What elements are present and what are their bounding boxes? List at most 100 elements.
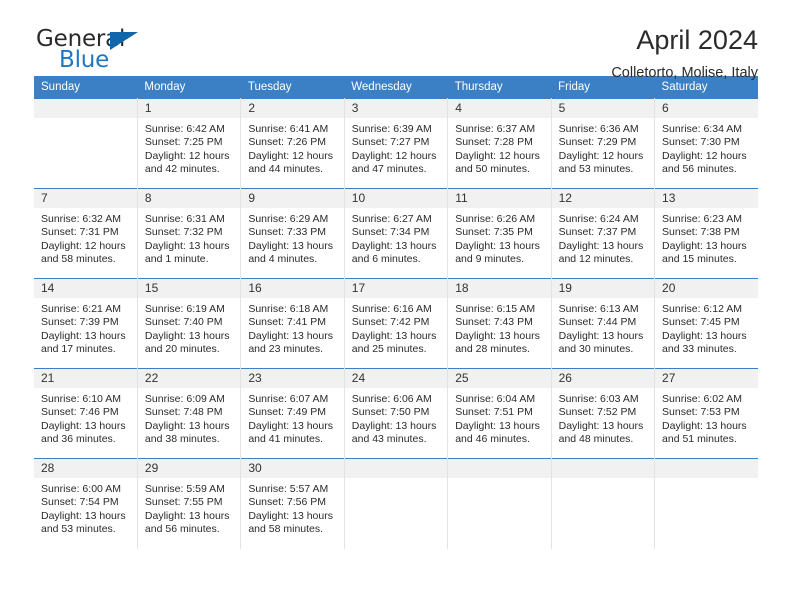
daylight-text-line2: and 51 minutes.: [662, 433, 737, 446]
day-info: Sunrise: 6:32 AM Sunset: 7:31 PM Dayligh…: [34, 208, 137, 267]
sunrise-text: Sunrise: 6:37 AM: [455, 123, 536, 135]
day-cell[interactable]: 16 Sunrise: 6:18 AM Sunset: 7:41 PM Dayl…: [240, 278, 345, 369]
day-cell[interactable]: 14 Sunrise: 6:21 AM Sunset: 7:39 PM Dayl…: [34, 278, 138, 369]
day-info: Sunrise: 6:31 AM Sunset: 7:32 PM Dayligh…: [138, 208, 240, 267]
day-info: Sunrise: 5:57 AM Sunset: 7:56 PM Dayligh…: [241, 478, 343, 537]
sunrise-text: Sunrise: 6:12 AM: [662, 303, 742, 315]
daylight-text-line2: and 38 minutes.: [144, 433, 220, 446]
sunrise-text: Sunrise: 6:03 AM: [558, 393, 639, 405]
day-cell[interactable]: [550, 458, 656, 549]
day-cell[interactable]: 19 Sunrise: 6:13 AM Sunset: 7:44 PM Dayl…: [550, 278, 656, 369]
sunset-text: Sunset: 7:43 PM: [455, 316, 533, 329]
daylight-text-line2: and 46 minutes.: [455, 433, 530, 446]
day-cell[interactable]: 22 Sunrise: 6:09 AM Sunset: 7:48 PM Dayl…: [136, 368, 242, 459]
day-cell[interactable]: 20 Sunrise: 6:12 AM Sunset: 7:45 PM Dayl…: [654, 278, 758, 369]
daylight-text-line1: Daylight: 12 hours: [41, 239, 126, 252]
day-number: [344, 459, 448, 478]
day-cell[interactable]: 4 Sunrise: 6:37 AM Sunset: 7:28 PM Dayli…: [447, 98, 552, 189]
day-number: 20: [655, 279, 758, 298]
day-cell[interactable]: 9 Sunrise: 6:29 AM Sunset: 7:33 PM Dayli…: [240, 188, 345, 279]
week-row: 28 Sunrise: 6:00 AM Sunset: 7:54 PM Dayl…: [34, 458, 758, 549]
sunset-text: Sunset: 7:53 PM: [662, 406, 740, 419]
day-cell[interactable]: 15 Sunrise: 6:19 AM Sunset: 7:40 PM Dayl…: [136, 278, 242, 369]
day-cell[interactable]: 10 Sunrise: 6:27 AM Sunset: 7:34 PM Dayl…: [343, 188, 449, 279]
day-cell[interactable]: [654, 458, 758, 549]
day-number: 3: [344, 99, 448, 118]
day-cell[interactable]: 8 Sunrise: 6:31 AM Sunset: 7:32 PM Dayli…: [136, 188, 242, 279]
sunset-text: Sunset: 7:34 PM: [351, 226, 430, 239]
day-info: Sunrise: 6:04 AM Sunset: 7:51 PM Dayligh…: [448, 388, 550, 447]
day-cell[interactable]: 25 Sunrise: 6:04 AM Sunset: 7:51 PM Dayl…: [447, 368, 552, 459]
day-number: 11: [448, 189, 551, 208]
day-cell[interactable]: [34, 98, 138, 189]
daylight-text-line2: and 58 minutes.: [248, 523, 324, 536]
daylight-text-line2: and 43 minutes.: [351, 433, 427, 446]
sunset-text: Sunset: 7:31 PM: [41, 226, 119, 239]
daylight-text-line2: and 12 minutes.: [558, 253, 634, 266]
daylight-text-line1: Daylight: 13 hours: [41, 329, 126, 342]
day-cell[interactable]: 21 Sunrise: 6:10 AM Sunset: 7:46 PM Dayl…: [34, 368, 138, 459]
day-number: 27: [655, 369, 758, 388]
day-number: 16: [241, 279, 344, 298]
weekday-header-thursday: Thursday: [447, 76, 552, 99]
sunrise-text: Sunrise: 6:34 AM: [662, 123, 742, 135]
sunrise-text: Sunrise: 5:57 AM: [248, 483, 329, 495]
sunset-text: Sunset: 7:33 PM: [248, 226, 326, 239]
sunset-text: Sunset: 7:25 PM: [144, 136, 223, 149]
day-cell[interactable]: 3 Sunrise: 6:39 AM Sunset: 7:27 PM Dayli…: [343, 98, 449, 189]
day-cell[interactable]: 18 Sunrise: 6:15 AM Sunset: 7:43 PM Dayl…: [447, 278, 552, 369]
day-cell[interactable]: 1 Sunrise: 6:42 AM Sunset: 7:25 PM Dayli…: [136, 98, 242, 189]
daylight-text-line2: and 56 minutes.: [144, 523, 220, 536]
day-cell[interactable]: 29 Sunrise: 5:59 AM Sunset: 7:55 PM Dayl…: [136, 458, 242, 549]
sunset-text: Sunset: 7:52 PM: [558, 406, 637, 419]
sunrise-text: Sunrise: 6:39 AM: [351, 123, 432, 135]
day-info: [655, 478, 758, 483]
daylight-text-line2: and 17 minutes.: [41, 343, 116, 356]
page-header: General Blue April 2024 Colletorto, Moli…: [34, 0, 758, 82]
sunset-text: Sunset: 7:30 PM: [662, 136, 740, 149]
sunrise-text: Sunrise: 6:04 AM: [455, 393, 536, 405]
day-cell[interactable]: 2 Sunrise: 6:41 AM Sunset: 7:26 PM Dayli…: [240, 98, 345, 189]
day-cell[interactable]: [447, 458, 552, 549]
day-cell[interactable]: 26 Sunrise: 6:03 AM Sunset: 7:52 PM Dayl…: [550, 368, 656, 459]
sunset-text: Sunset: 7:56 PM: [248, 496, 326, 509]
day-cell[interactable]: 23 Sunrise: 6:07 AM Sunset: 7:49 PM Dayl…: [240, 368, 345, 459]
daylight-text-line2: and 1 minute.: [144, 253, 209, 266]
daylight-text-line2: and 9 minutes.: [455, 253, 525, 266]
day-info: Sunrise: 6:23 AM Sunset: 7:38 PM Dayligh…: [655, 208, 758, 267]
daylight-text-line1: Daylight: 12 hours: [351, 149, 437, 162]
general-blue-logo: General Blue: [34, 26, 154, 78]
day-cell[interactable]: 13 Sunrise: 6:23 AM Sunset: 7:38 PM Dayl…: [654, 188, 758, 279]
sunrise-text: Sunrise: 6:32 AM: [41, 213, 121, 225]
day-info: Sunrise: 6:00 AM Sunset: 7:54 PM Dayligh…: [34, 478, 137, 537]
sunrise-text: Sunrise: 6:16 AM: [351, 303, 432, 315]
day-cell[interactable]: 5 Sunrise: 6:36 AM Sunset: 7:29 PM Dayli…: [550, 98, 656, 189]
sunrise-text: Sunrise: 6:13 AM: [558, 303, 639, 315]
day-cell[interactable]: 6 Sunrise: 6:34 AM Sunset: 7:30 PM Dayli…: [654, 98, 758, 189]
sunrise-text: Sunrise: 6:24 AM: [558, 213, 639, 225]
day-info: Sunrise: 6:06 AM Sunset: 7:50 PM Dayligh…: [345, 388, 447, 447]
daylight-text-line2: and 56 minutes.: [662, 163, 737, 176]
sunset-text: Sunset: 7:27 PM: [351, 136, 430, 149]
daylight-text-line1: Daylight: 12 hours: [558, 149, 644, 162]
day-cell[interactable]: 7 Sunrise: 6:32 AM Sunset: 7:31 PM Dayli…: [34, 188, 138, 279]
day-number: 26: [551, 369, 655, 388]
daylight-text-line2: and 48 minutes.: [558, 433, 634, 446]
day-number: 10: [344, 189, 448, 208]
day-cell[interactable]: 30 Sunrise: 5:57 AM Sunset: 7:56 PM Dayl…: [240, 458, 345, 549]
day-cell[interactable]: 28 Sunrise: 6:00 AM Sunset: 7:54 PM Dayl…: [34, 458, 138, 549]
day-cell[interactable]: [343, 458, 449, 549]
sunrise-text: Sunrise: 6:23 AM: [662, 213, 742, 225]
daylight-text-line2: and 42 minutes.: [144, 163, 220, 176]
day-cell[interactable]: 12 Sunrise: 6:24 AM Sunset: 7:37 PM Dayl…: [550, 188, 656, 279]
day-cell[interactable]: 27 Sunrise: 6:02 AM Sunset: 7:53 PM Dayl…: [654, 368, 758, 459]
day-cell[interactable]: 24 Sunrise: 6:06 AM Sunset: 7:50 PM Dayl…: [343, 368, 449, 459]
daylight-text-line1: Daylight: 13 hours: [248, 419, 333, 432]
day-cell[interactable]: 17 Sunrise: 6:16 AM Sunset: 7:42 PM Dayl…: [343, 278, 449, 369]
sunrise-text: Sunrise: 6:15 AM: [455, 303, 536, 315]
daylight-text-line1: Daylight: 13 hours: [455, 419, 540, 432]
day-cell[interactable]: 11 Sunrise: 6:26 AM Sunset: 7:35 PM Dayl…: [447, 188, 552, 279]
sunset-text: Sunset: 7:26 PM: [248, 136, 326, 149]
week-row: 21 Sunrise: 6:10 AM Sunset: 7:46 PM Dayl…: [34, 368, 758, 459]
daylight-text-line2: and 36 minutes.: [41, 433, 116, 446]
